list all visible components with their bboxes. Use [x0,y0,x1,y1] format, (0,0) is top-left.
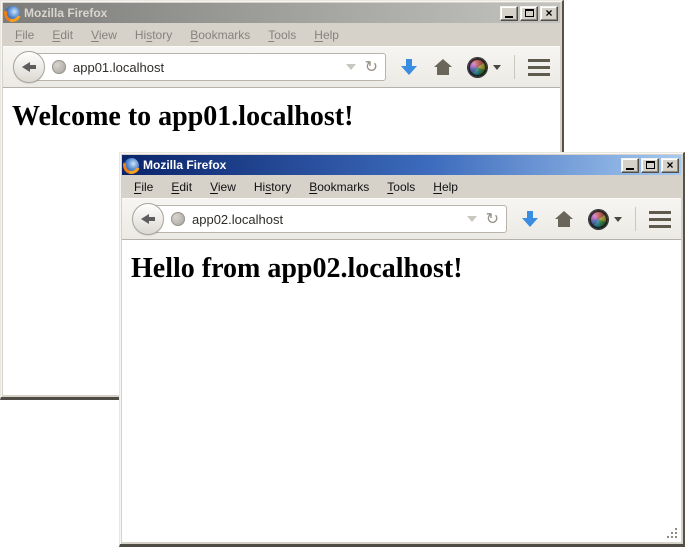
colorwheel-icon [468,58,487,77]
maximize-icon [525,9,534,17]
resize-grip[interactable] [667,528,679,540]
url-bar[interactable]: app02.localhost ↻ [148,205,507,233]
navigation-toolbar: app01.localhost ↻ [3,46,560,88]
colorwheel-icon [589,210,608,229]
back-button[interactable] [132,203,164,235]
firefox-icon [5,6,20,21]
menu-item-history[interactable]: History [126,28,181,42]
open-menu-button[interactable] [649,211,671,228]
menu-item-file[interactable]: File [125,180,162,194]
window-title: Mozilla Firefox [24,6,496,20]
chevron-down-icon [493,65,501,70]
chevron-down-icon [614,217,622,222]
back-button[interactable] [13,51,45,83]
back-arrow-icon [22,62,36,72]
close-button[interactable]: × [661,158,679,173]
page-heading: Welcome to app01.localhost! [12,101,560,133]
menu-item-view[interactable]: View [82,28,126,42]
minimize-button[interactable] [621,158,639,173]
close-icon: × [666,159,673,171]
reload-button[interactable]: ↻ [365,59,378,75]
home-button[interactable] [434,60,452,75]
close-icon: × [545,7,552,19]
close-button[interactable]: × [540,6,558,21]
back-arrow-icon [141,214,155,224]
url-text[interactable]: app01.localhost [73,60,342,75]
menu-bar: FileEditViewHistoryBookmarksToolsHelp [3,23,560,46]
window-controls: × [621,158,679,173]
location-group: app02.localhost ↻ [132,203,507,235]
titlebar[interactable]: Mozilla Firefox × [3,3,560,23]
maximize-button[interactable] [520,6,538,21]
maximize-icon [646,161,655,169]
home-button[interactable] [555,212,573,227]
download-button[interactable] [401,59,417,76]
location-group: app01.localhost ↻ [13,51,386,83]
menu-item-history[interactable]: History [245,180,300,194]
minimize-icon [505,16,513,18]
toolbar-separator [514,55,515,79]
window-controls: × [500,6,558,21]
menu-item-file[interactable]: File [6,28,43,42]
menu-item-view[interactable]: View [201,180,245,194]
minimize-icon [626,168,634,170]
globe-site-icon [171,212,185,226]
urlbar-history-dropdown-icon[interactable] [467,216,477,222]
page-heading: Hello from app02.localhost! [131,253,681,285]
desktop: { "icons": { "close_glyph": "×", "reload… [0,0,688,551]
urlbar-history-dropdown-icon[interactable] [346,64,356,70]
url-text[interactable]: app02.localhost [192,212,463,227]
menu-item-help[interactable]: Help [305,28,348,42]
download-button[interactable] [522,211,538,228]
navigation-toolbar: app02.localhost ↻ [122,198,681,240]
globe-site-icon [52,60,66,74]
menu-item-edit[interactable]: Edit [43,28,82,42]
menu-item-tools[interactable]: Tools [378,180,424,194]
menu-item-bookmarks[interactable]: Bookmarks [181,28,259,42]
toolbar-separator [635,207,636,231]
firefox-icon [124,158,139,173]
menu-item-help[interactable]: Help [424,180,467,194]
url-bar[interactable]: app01.localhost ↻ [29,53,386,81]
minimize-button[interactable] [500,6,518,21]
window-title: Mozilla Firefox [143,158,617,172]
extension-button[interactable] [589,210,622,229]
menu-item-bookmarks[interactable]: Bookmarks [300,180,378,194]
titlebar[interactable]: Mozilla Firefox × [122,155,681,175]
maximize-button[interactable] [641,158,659,173]
menu-bar: FileEditViewHistoryBookmarksToolsHelp [122,175,681,198]
open-menu-button[interactable] [528,59,550,76]
reload-button[interactable]: ↻ [486,211,499,227]
menu-item-edit[interactable]: Edit [162,180,201,194]
menu-item-tools[interactable]: Tools [259,28,305,42]
firefox-window-app02: Mozilla Firefox × FileEditViewHistoryBoo… [119,152,685,547]
extension-button[interactable] [468,58,501,77]
page-content: Hello from app02.localhost! [122,240,681,542]
